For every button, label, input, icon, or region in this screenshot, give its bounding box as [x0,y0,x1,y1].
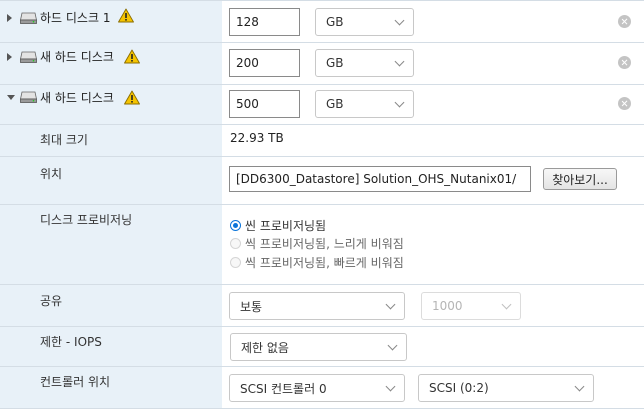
max-size-label: 최대 크기 [40,133,88,147]
browse-button[interactable]: 찾아보기... [543,168,617,190]
chevron-down-icon [501,299,512,310]
limit-iops-label: 제한 - IOPS [40,335,102,349]
disk-unit-select[interactable]: GB [315,49,414,77]
disk-row-2-header[interactable]: 새 하드 디스크 [0,43,222,84]
warning-icon [124,49,140,64]
disk-size-input[interactable]: 500 [229,90,300,118]
location-row: 위치 [DD6300_Datastore] Solution_OHS_Nutan… [0,156,644,204]
disk-row-2: 새 하드 디스크 200 GB [0,42,644,84]
controller-slot-select[interactable]: SCSI (0:2) [418,374,594,402]
location-input[interactable]: [DD6300_Datastore] Solution_OHS_Nutanix0… [229,166,531,192]
chevron-down-icon [394,56,405,67]
warning-icon [124,90,140,105]
controller-slot-value: SCSI (0:2) [429,381,489,395]
sharing-value: 보통 [240,299,263,314]
chevron-down-icon [385,299,396,310]
max-size-value: 22.93 TB [230,131,284,145]
provisioning-option-thick-eager[interactable]: 씩 프로비저닝됨, 빠르게 비워짐 [230,254,404,271]
limit-iops-value: 제한 없음 [241,340,289,355]
shares-value-select[interactable]: 1000 [421,292,521,320]
provisioning-option-thick-lazy[interactable]: 씩 프로비저닝됨, 느리게 비워짐 [230,235,404,252]
disk-row-1-header[interactable]: 하드 디스크 1 [0,1,222,42]
disk-name: 하드 디스크 1 [40,11,111,25]
chevron-down-icon [394,97,405,108]
warning-icon [118,8,134,23]
provisioning-option-label: 씬 프로비저닝됨 [245,219,327,233]
disk-row-1: 하드 디스크 1 128 GB [0,0,644,42]
chevron-down-icon [574,381,585,392]
disk-unit-value: GB [326,97,344,111]
radio-disabled[interactable] [230,238,241,249]
max-size-row: 최대 크기 22.93 TB [0,124,644,156]
remove-disk-icon[interactable] [618,56,631,69]
expand-arrow-icon[interactable] [7,14,12,22]
controller-value: SCSI 컨트롤러 0 [240,381,327,396]
disk-size-input[interactable]: 200 [229,49,300,77]
collapse-arrow-icon[interactable] [7,95,15,100]
chevron-down-icon [387,340,398,351]
provisioning-label: 디스크 프로비저닝 [40,213,133,227]
location-label: 위치 [40,167,63,181]
disk-row-3: 새 하드 디스크 500 GB [0,84,644,124]
chevron-down-icon [385,381,396,392]
disk-unit-value: GB [326,15,344,29]
disk-settings-grid: 하드 디스크 1 128 GB 새 하드 디스크 200 GB 새 하드 디스크… [0,0,644,409]
controller-row: 컨트롤러 위치 SCSI 컨트롤러 0 SCSI (0:2) [0,366,644,409]
expand-arrow-icon[interactable] [7,53,12,61]
disk-unit-select[interactable]: GB [315,90,414,118]
disk-name: 새 하드 디스크 [40,91,114,105]
sharing-row: 공유 보통 1000 [0,284,644,326]
disk-name: 새 하드 디스크 [40,50,114,64]
shares-value: 1000 [432,299,463,313]
remove-disk-icon[interactable] [618,15,631,28]
controller-label: 컨트롤러 위치 [40,375,111,389]
remove-disk-icon[interactable] [618,97,631,110]
chevron-down-icon [394,15,405,26]
sharing-label: 공유 [40,294,63,308]
disk-row-3-header[interactable]: 새 하드 디스크 [0,85,222,124]
provisioning-option-label: 씩 프로비저닝됨, 빠르게 비워짐 [245,256,404,270]
provisioning-row: 디스크 프로비저닝 씬 프로비저닝됨 씩 프로비저닝됨, 느리게 비워짐 씩 프… [0,204,644,284]
radio-selected[interactable] [230,220,241,231]
limit-iops-row: 제한 - IOPS 제한 없음 [0,326,644,366]
sharing-select[interactable]: 보통 [229,292,405,320]
hard-disk-icon [20,91,37,103]
hard-disk-icon [20,12,37,24]
provisioning-option-thin[interactable]: 씬 프로비저닝됨 [230,217,326,234]
provisioning-option-label: 씩 프로비저닝됨, 느리게 비워짐 [245,237,404,251]
disk-unit-value: GB [326,56,344,70]
radio-disabled[interactable] [230,257,241,268]
controller-select[interactable]: SCSI 컨트롤러 0 [229,374,405,402]
disk-size-input[interactable]: 128 [229,8,300,36]
disk-unit-select[interactable]: GB [315,8,414,36]
limit-iops-select[interactable]: 제한 없음 [230,333,407,361]
hard-disk-icon [20,51,37,63]
